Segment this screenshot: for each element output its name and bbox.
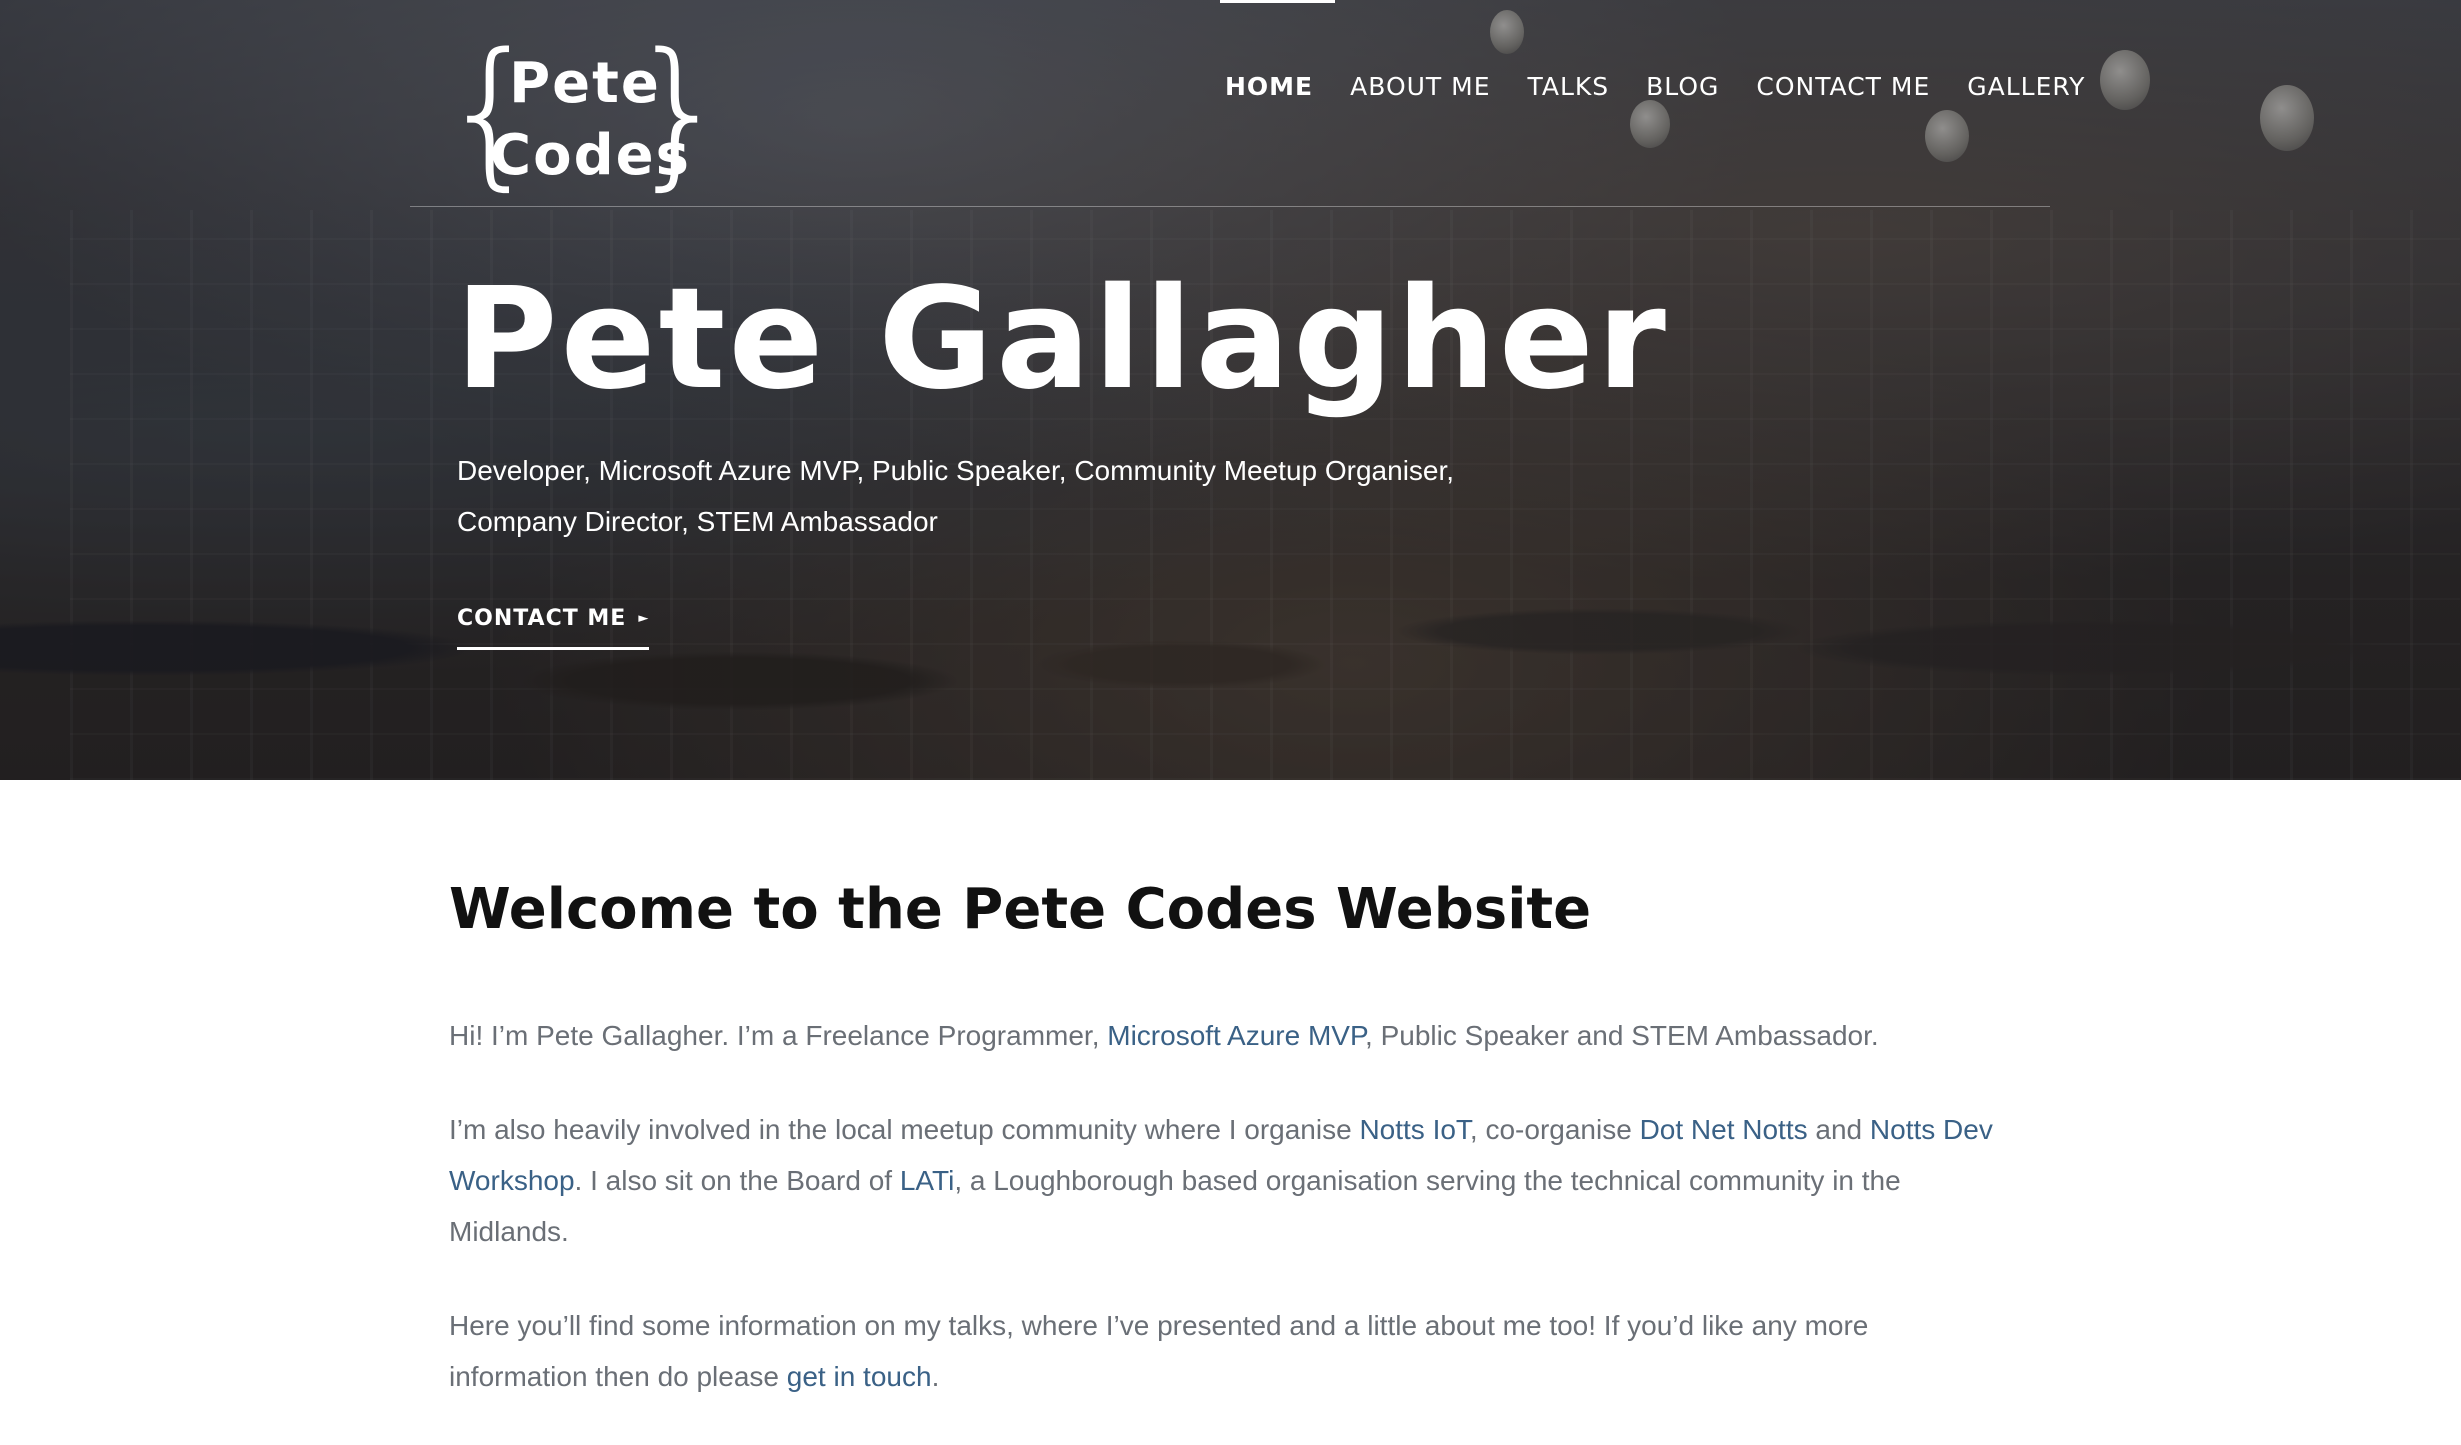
contact-me-button[interactable]: CONTACT ME ►	[457, 606, 650, 650]
community-text-2: , co-organise	[1469, 1114, 1640, 1145]
link-get-in-touch[interactable]: get in touch	[787, 1361, 932, 1392]
link-dot-net-notts[interactable]: Dot Net Notts	[1640, 1114, 1808, 1145]
community-paragraph: I’m also heavily involved in the local m…	[449, 1104, 2009, 1257]
community-text-3: and	[1807, 1114, 1870, 1145]
active-nav-indicator	[1220, 0, 1335, 3]
logo-close-brace: }	[628, 18, 730, 205]
main-content: Welcome to the Pete Codes Website Hi! I’…	[449, 870, 2009, 1445]
nav-contact-me[interactable]: CONTACT ME	[1756, 72, 1930, 101]
community-text-1: I’m also heavily involved in the local m…	[449, 1114, 1360, 1145]
info-text: Here you’ll find some information on my …	[449, 1310, 1869, 1392]
main-navigation: HOME ABOUT ME TALKS BLOG CONTACT ME GALL…	[1225, 72, 2122, 101]
site-logo[interactable]: { Pete Codes }	[440, 32, 730, 195]
contact-me-label: CONTACT ME	[457, 606, 627, 631]
hero-subtitle: Developer, Microsoft Azure MVP, Public S…	[457, 445, 1457, 547]
link-notts-iot[interactable]: Notts IoT	[1359, 1114, 1469, 1145]
nav-home[interactable]: HOME	[1225, 72, 1313, 101]
hero-banner: { Pete Codes } HOME ABOUT ME TALKS BLOG …	[0, 0, 2461, 780]
welcome-heading: Welcome to the Pete Codes Website	[449, 877, 1592, 942]
hero-subtitle-line-2: Company Director, STEM Ambassador	[457, 506, 938, 537]
hero-title: Pete Gallagher	[455, 258, 1669, 421]
intro-text: Hi! I’m Pete Gallagher. I’m a Freelance …	[449, 1020, 1108, 1051]
arrow-right-icon: ►	[638, 611, 650, 626]
community-text-4: . I also sit on the Board of	[574, 1165, 900, 1196]
nav-talks[interactable]: TALKS	[1528, 72, 1610, 101]
nav-about-me[interactable]: ABOUT ME	[1350, 72, 1490, 101]
intro-text-end: , Public Speaker and STEM Ambassador.	[1365, 1020, 1879, 1051]
header-divider	[410, 206, 2050, 207]
nav-gallery[interactable]: GALLERY	[1967, 72, 2085, 101]
hero-subtitle-line-1: Developer, Microsoft Azure MVP, Public S…	[457, 455, 1455, 486]
nav-blog[interactable]: BLOG	[1646, 72, 1719, 101]
link-microsoft-azure-mvp[interactable]: Microsoft Azure MVP	[1107, 1020, 1365, 1051]
info-text-end: .	[931, 1361, 940, 1392]
link-lati[interactable]: LATi	[900, 1165, 954, 1196]
info-paragraph: Here you’ll find some information on my …	[449, 1300, 2009, 1402]
intro-paragraph: Hi! I’m Pete Gallagher. I’m a Freelance …	[449, 1010, 2009, 1061]
